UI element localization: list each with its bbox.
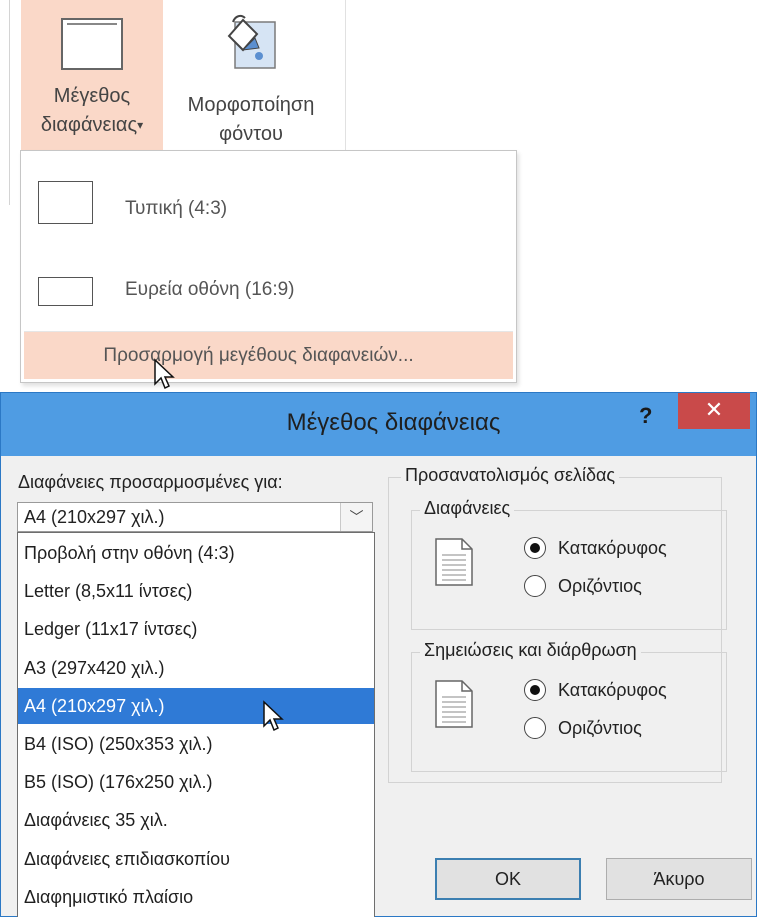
radio-button[interactable] <box>524 575 546 597</box>
radio-button[interactable] <box>524 717 546 739</box>
mouse-pointer-icon <box>263 700 284 732</box>
mouse-pointer-icon <box>154 358 175 390</box>
slides-orientation-title: Διαφάνειες <box>420 498 515 519</box>
slides-sized-for-label: Διαφάνειες προσαρμοσμένες για: <box>18 472 283 492</box>
combobox-value: A4 (210x297 χιλ.) <box>24 507 165 527</box>
notes-orientation-group: Σημειώσεις και διάρθρωση Κατακόρυφος Ορι… <box>411 640 727 772</box>
list-option[interactable]: Letter (8,5x11 ίντσες) <box>18 573 374 609</box>
ribbon-separator <box>345 0 346 152</box>
list-option[interactable]: A3 (297x420 χιλ.) <box>18 650 374 686</box>
ribbon-design-group: Μέγεθος διαφάνειας▾ Μορφοποίηση φόντου <box>0 0 400 152</box>
format-background-button[interactable]: Μορφοποίηση φόντου <box>166 0 336 152</box>
list-option[interactable]: Διαφημιστικό πλαίσιο <box>18 879 374 915</box>
list-option[interactable]: Προβολή στην οθόνη (4:3) <box>18 535 374 571</box>
notes-orientation-title: Σημειώσεις και διάρθρωση <box>420 640 641 661</box>
format-background-label-1: Μορφοποίηση <box>187 94 315 116</box>
slide-size-options-list[interactable]: Προβολή στην οθόνη (4:3) Letter (8,5x11 ί… <box>17 532 375 917</box>
menu-item-widescreen[interactable]: Ευρεία οθόνη (16:9) <box>21 249 516 329</box>
format-background-icon <box>227 14 276 69</box>
list-option[interactable]: A4 (210x297 χιλ.) <box>18 687 374 724</box>
help-icon[interactable]: ? <box>639 403 652 429</box>
standard-slide-icon <box>38 181 93 224</box>
ribbon-separator <box>9 0 10 205</box>
menu-item-custom-slide-size[interactable]: Προσαρμογή μεγέθους διαφανειών... <box>24 331 513 379</box>
list-option[interactable]: Ledger (11x17 ίντσες) <box>18 611 374 647</box>
radio-button[interactable] <box>524 679 546 701</box>
chevron-down-icon: ▾ <box>137 118 144 132</box>
slide-size-label-1: Μέγεθος <box>53 85 131 107</box>
list-option[interactable]: Διαφάνειες επιδιασκοπίου <box>18 841 374 877</box>
cancel-button[interactable]: Άκυρο <box>606 858 752 900</box>
ok-button[interactable]: OK <box>435 858 581 900</box>
notes-landscape-label: Οριζόντιος <box>558 718 642 738</box>
portrait-page-icon <box>435 680 473 728</box>
notes-portrait-label: Κατακόρυφος <box>558 680 667 700</box>
menu-item-widescreen-label: Ευρεία οθόνη (16:9) <box>125 279 295 300</box>
page-orientation-title: Προσανατολισμός σελίδας <box>401 465 620 486</box>
menu-item-standard[interactable]: Τυπική (4:3) <box>21 161 516 241</box>
combobox-dropdown-button[interactable]: ﹀ <box>340 503 372 531</box>
slide-size-icon <box>61 18 123 70</box>
slide-size-label-2: διαφάνειας▾ <box>40 114 144 136</box>
slides-landscape-label: Οριζόντιος <box>558 576 642 596</box>
widescreen-slide-icon <box>38 277 93 306</box>
slides-sized-for-combobox[interactable]: A4 (210x297 χιλ.) ﹀ <box>17 502 373 532</box>
chevron-down-icon: ﹀ <box>349 509 364 525</box>
menu-item-custom-label: Προσαρμογή μεγέθους διαφανειών... <box>103 345 414 366</box>
list-option[interactable]: Διαφάνειες 35 χιλ. <box>18 802 374 838</box>
portrait-page-icon <box>435 538 473 586</box>
menu-item-standard-label: Τυπική (4:3) <box>125 198 228 219</box>
slide-size-menu: Τυπική (4:3) Ευρεία οθόνη (16:9) Προσαρμ… <box>20 150 517 383</box>
slide-size-dialog: Μέγεθος διαφάνειας ? ✕ Διαφάνειες προσαρ… <box>0 392 757 917</box>
slides-portrait-label: Κατακόρυφος <box>558 538 667 558</box>
slide-size-button[interactable]: Μέγεθος διαφάνειας▾ <box>21 0 163 152</box>
format-background-label-2: φόντου <box>219 123 283 145</box>
list-option[interactable]: B5 (ISO) (176x250 χιλ.) <box>18 764 374 800</box>
close-button[interactable]: ✕ <box>678 393 750 429</box>
dialog-titlebar[interactable]: Μέγεθος διαφάνειας ? ✕ <box>1 393 756 456</box>
dialog-body: Διαφάνειες προσαρμοσμένες για: A4 (210x2… <box>8 456 752 917</box>
slides-orientation-group: Διαφάνειες Κατακόρυφος Οριζόντιος <box>411 498 727 630</box>
list-option[interactable]: B4 (ISO) (250x353 χιλ.) <box>18 726 374 762</box>
radio-button[interactable] <box>524 537 546 559</box>
